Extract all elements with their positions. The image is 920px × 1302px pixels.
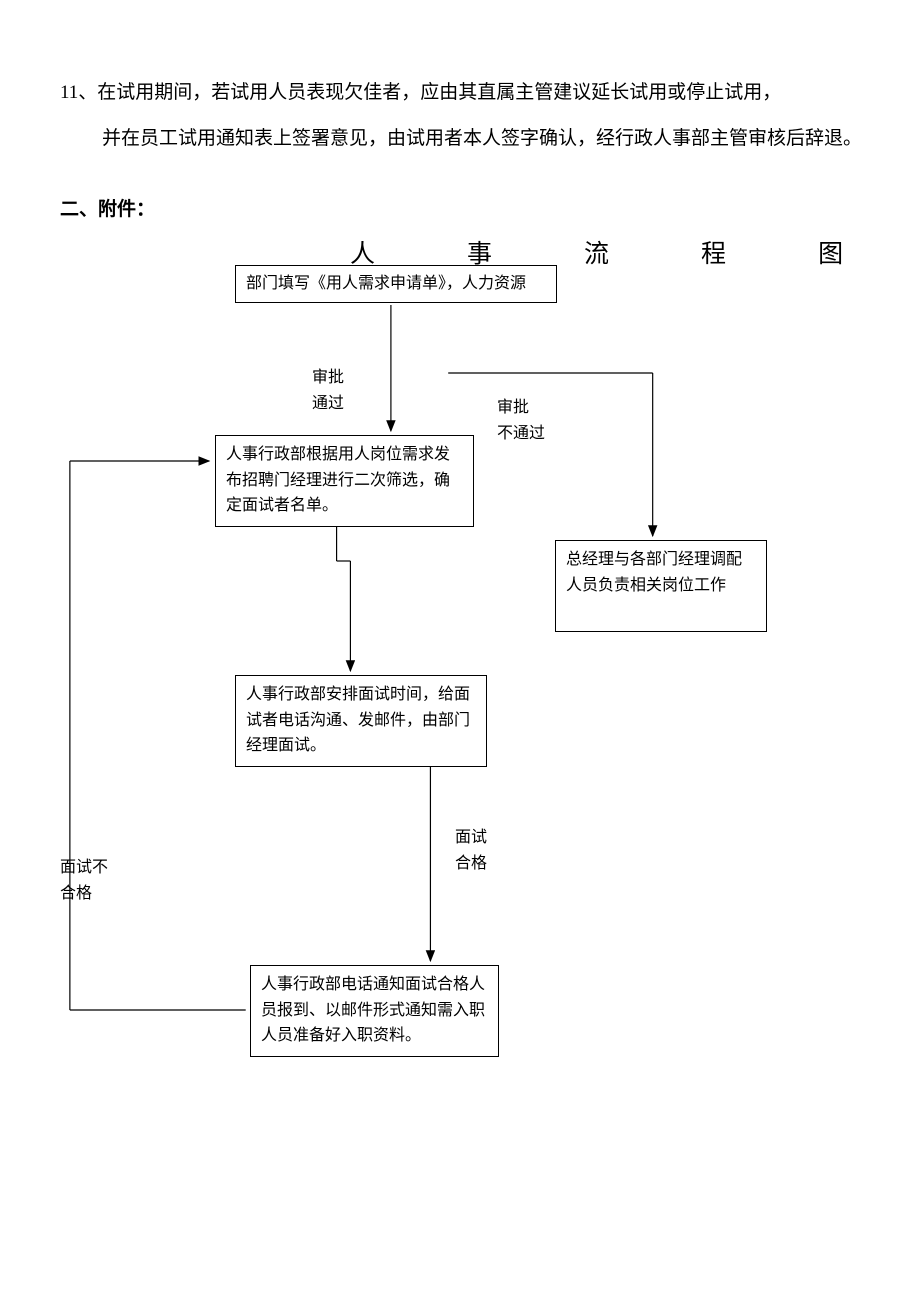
title-char: 程 — [701, 241, 818, 268]
title-char: 事 — [467, 241, 584, 268]
title-char: 流 — [584, 241, 701, 268]
policy-paragraph: 11、在试用期间，若试用人员表现欠佳者，应由其直属主管建议延长试用或停止试用， — [60, 70, 870, 116]
label-interview-fail: 面试不合格 — [60, 855, 108, 906]
paragraph-number: 11、 — [60, 82, 97, 103]
label-interview-pass: 面试合格 — [455, 825, 487, 876]
label-approve-fail: 审批不通过 — [497, 395, 545, 446]
paragraph-rest: 并在员工试用通知表上签署意见，由试用者本人签字确认，经行政人事部主管审核后辞退。 — [60, 116, 870, 162]
flow-box-interview: 人事行政部安排面试时间，给面试者电话沟通、发邮件，由部门经理面试。 — [235, 675, 487, 767]
flow-box-onboarding: 人事行政部电话通知面试合格人员报到、以邮件形式通知需入职人员准备好入职资料。 — [250, 965, 499, 1057]
flow-box-reassign: 总经理与各部门经理调配人员负责相关岗位工作 — [555, 540, 767, 632]
flowchart-canvas: 部门填写《用人需求申请单》，人力资源 人事行政部根据用人岗位需求发布招聘门经理进… — [60, 265, 870, 1165]
paragraph-line1: 在试用期间，若试用人员表现欠佳者，应由其直属主管建议延长试用或停止试用， — [97, 82, 781, 103]
title-char: 图 — [818, 241, 843, 268]
flow-box-request: 部门填写《用人需求申请单》，人力资源 — [235, 265, 557, 303]
label-approve-pass: 审批通过 — [312, 365, 344, 416]
attachment-heading: 二、附件： — [60, 191, 870, 229]
title-char: 人 — [350, 241, 467, 268]
flow-box-screening: 人事行政部根据用人岗位需求发布招聘门经理进行二次筛选，确定面试者名单。 — [215, 435, 474, 527]
